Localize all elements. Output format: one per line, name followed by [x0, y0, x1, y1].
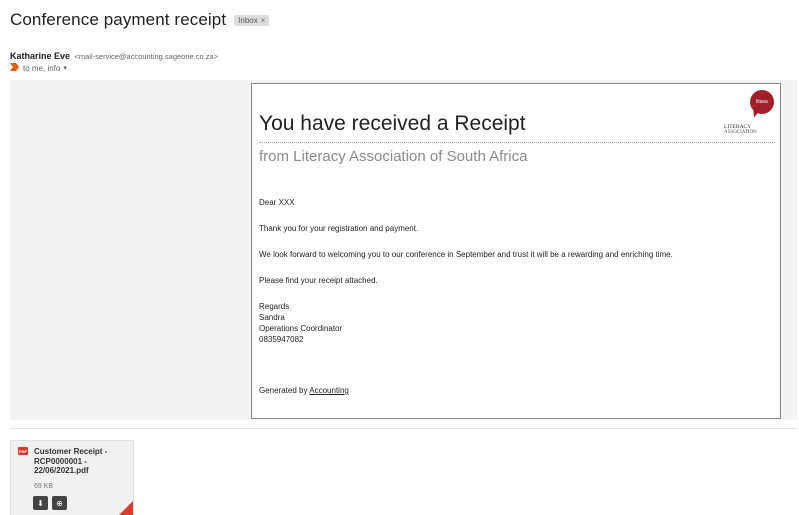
pdf-file-icon: PDF	[18, 447, 28, 455]
receipt-card: litasa LITERACY ASSOCIATION You have rec…	[251, 83, 781, 419]
paragraph-conference: We look forward to welcoming you to our …	[259, 250, 673, 259]
subject-row: Conference payment receipt Inbox ×	[10, 10, 270, 30]
sender-email: <mail-service@accounting.sageone.co.za>	[74, 52, 219, 61]
remove-label-icon[interactable]: ×	[261, 16, 266, 25]
sender-name[interactable]: Katharine Eve	[10, 51, 70, 61]
signoff-phone: 0835947082	[259, 335, 304, 344]
inbox-label-chip[interactable]: Inbox ×	[234, 14, 270, 26]
literacy-association-logo: litasa LITERACY ASSOCIATION	[724, 90, 776, 140]
download-icon: ⬇	[37, 498, 44, 508]
signoff-name: Sandra	[259, 313, 285, 322]
logo-text-line2: ASSOCIATION	[724, 130, 757, 135]
paragraph-attached: Please find your receipt attached.	[259, 276, 378, 285]
title-divider	[259, 142, 775, 143]
signoff-role: Operations Coordinator	[259, 324, 343, 333]
receipt-title: You have received a Receipt	[259, 112, 526, 135]
logo-circle: litasa	[750, 90, 774, 114]
greeting: Dear XXX	[259, 198, 295, 207]
attachment-filename: Customer Receipt - RCP0000001 - 22/06/20…	[34, 447, 108, 475]
generated-prefix: Generated by	[259, 386, 308, 395]
accounting-link[interactable]: Accounting	[309, 386, 349, 395]
recipients-text: to me, info	[23, 63, 61, 73]
inbox-label-text: Inbox	[238, 15, 258, 25]
download-button[interactable]: ⬇	[33, 496, 48, 510]
sender-row: Katharine Eve <mail-service@accounting.s…	[10, 51, 218, 61]
signoff-regards: Regards	[259, 302, 290, 311]
recipients-row[interactable]: to me, info ▾	[10, 63, 67, 73]
drive-add-icon: ⊕	[56, 498, 63, 508]
importance-marker-icon[interactable]	[10, 63, 19, 73]
receipt-subtitle: from Literacy Association of South Afric…	[259, 148, 528, 165]
attachment-size: 69 KB	[34, 483, 54, 490]
email-subject: Conference payment receipt	[10, 10, 227, 29]
attachment-card[interactable]: PDF Customer Receipt - RCP0000001 - 22/0…	[10, 440, 134, 515]
pdf-corner-fold	[119, 501, 133, 515]
generated-by-line: Generated by Accounting	[259, 386, 349, 397]
attachments-separator	[10, 428, 797, 429]
show-details-chevron-down-icon[interactable]: ▾	[63, 64, 67, 72]
paragraph-thanks: Thank you for your registration and paym…	[259, 224, 419, 233]
save-to-drive-button[interactable]: ⊕	[52, 496, 67, 510]
